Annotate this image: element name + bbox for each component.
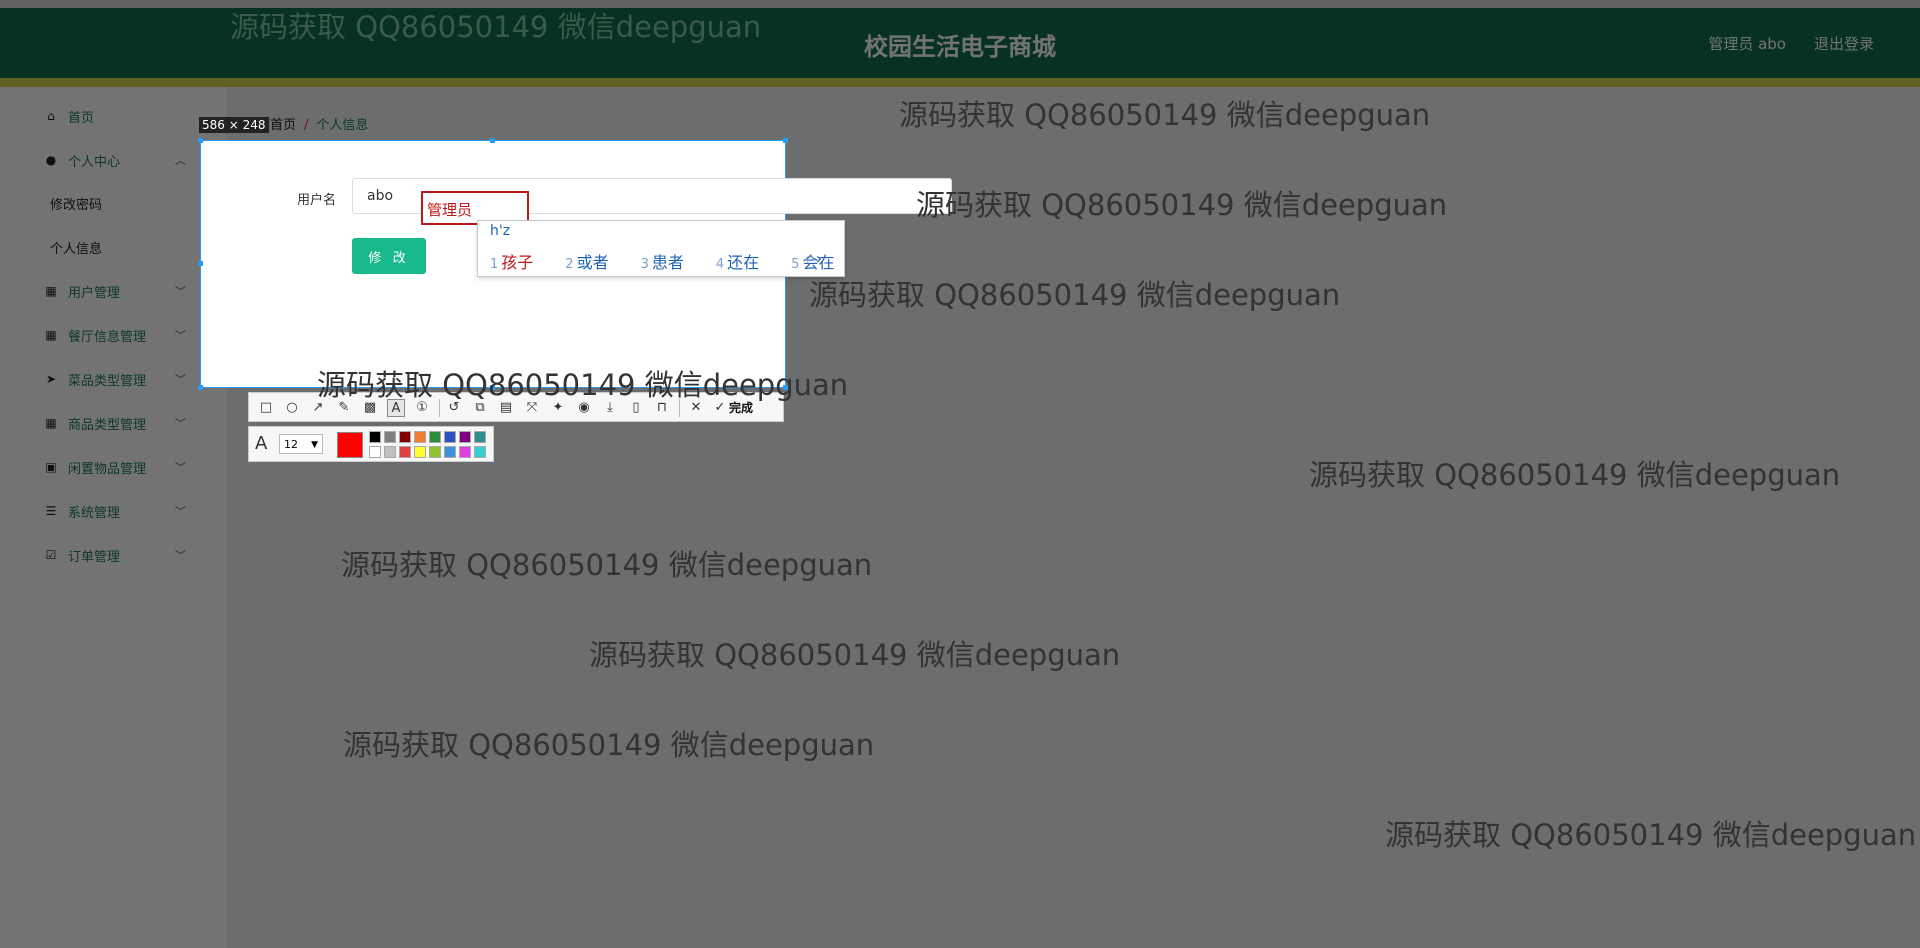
chevron-down-icon: ▼ [311, 440, 318, 450]
grid-icon: ▦ [45, 284, 57, 298]
watermark-text: 源码获取 QQ86050149 微信deepguan [1309, 458, 1841, 492]
ime-prev-icon[interactable]: ‹ [803, 249, 809, 268]
sidebar-item-label: 订单管理 [68, 549, 121, 565]
sidebar-item-profile-center[interactable]: ● 个人中心 ︿ [44, 138, 194, 182]
sidebar-item-label: 菜品类型管理 [68, 373, 147, 389]
color-swatch[interactable] [474, 446, 486, 458]
current-color-swatch[interactable] [337, 432, 363, 458]
watermark-text: 源码获取 QQ86050149 微信deepguan [809, 278, 1341, 312]
resize-handle[interactable] [198, 385, 203, 390]
breadcrumb: 首页 / 个人信息 [270, 114, 368, 133]
resize-handle[interactable] [198, 138, 203, 143]
sidebar-item-idle-items[interactable]: ▣ 闲置物品管理 ﹀ [44, 445, 194, 489]
sidebar-item-users[interactable]: ▦ 用户管理 ﹀ [44, 269, 194, 313]
resize-handle[interactable] [198, 261, 203, 266]
sidebar-item-home[interactable]: ⌂ 首页 [44, 94, 194, 138]
sidebar-item-label: 用户管理 [68, 285, 121, 301]
ime-candidate[interactable]: 3 患者 [641, 253, 700, 272]
breadcrumb-home[interactable]: 首页 [270, 118, 296, 133]
sidebar-item-orders[interactable]: ☑ 订单管理 ﹀ [44, 533, 194, 577]
color-swatch[interactable] [384, 446, 396, 458]
chevron-down-icon: ﹀ [175, 461, 186, 474]
watermark-text: 源码获取 QQ86050149 微信deepguan [343, 728, 875, 762]
ime-candidate[interactable]: 1 孩子 [490, 253, 549, 272]
color-swatch[interactable] [459, 431, 471, 443]
color-swatch[interactable] [429, 446, 441, 458]
text-style-toolbar: A 12 ▼ [248, 426, 494, 462]
ime-candidate-window: h'z 1 孩子 2 或者 3 患者 4 还在 5 会在 ‹ › [477, 220, 845, 277]
watermark-text: 源码获取 QQ86050149 微信deepguan [317, 368, 849, 402]
color-swatch[interactable] [384, 431, 396, 443]
chevron-down-icon: ﹀ [175, 505, 186, 518]
chevron-down-icon: ﹀ [175, 549, 186, 562]
color-swatch[interactable] [444, 446, 456, 458]
watermark-text: 源码获取 QQ86050149 微信deepguan [341, 548, 873, 582]
watermark-text: 源码获取 QQ86050149 微信deepguan [589, 638, 1121, 672]
watermark-text: 源码获取 QQ86050149 微信deepguan [1385, 818, 1917, 852]
rectangle-icon[interactable]: □ [257, 399, 275, 417]
color-swatch[interactable] [414, 446, 426, 458]
resize-handle[interactable] [783, 138, 788, 143]
breadcrumb-separator: / [304, 118, 309, 133]
sidebar-item-label: 商品类型管理 [68, 417, 147, 433]
modify-button[interactable]: 修 改 [352, 238, 426, 274]
sidebar-subitem-change-password[interactable]: 修改密码 [50, 194, 102, 213]
selection-size-label: 586 × 248 [199, 117, 269, 133]
grid-icon: ▦ [45, 328, 57, 342]
color-swatch[interactable] [429, 431, 441, 443]
ime-next-icon[interactable]: › [816, 249, 822, 268]
sidebar-item-label: 首页 [68, 110, 95, 126]
ellipse-icon[interactable]: ○ [283, 399, 301, 417]
chevron-down-icon: ﹀ [175, 417, 186, 430]
send-icon: ➤ [45, 372, 57, 386]
font-size-select[interactable]: 12 ▼ [279, 434, 323, 454]
color-swatch[interactable] [399, 431, 411, 443]
header-accent-strip [0, 78, 1920, 87]
chevron-up-icon: ︿ [175, 154, 186, 167]
color-swatch[interactable] [474, 431, 486, 443]
sidebar-item-restaurants[interactable]: ▦ 餐厅信息管理 ﹀ [44, 313, 194, 357]
sidebar-item-system[interactable]: ☰ 系统管理 ﹀ [44, 489, 194, 533]
sidebar-item-label: 闲置物品管理 [68, 461, 147, 477]
chevron-down-icon: ﹀ [175, 329, 186, 342]
home-icon: ⌂ [47, 109, 55, 123]
clipboard-icon: ▣ [45, 460, 57, 474]
sidebar-item-label: 个人中心 [68, 154, 121, 170]
sidebar-item-dish-types[interactable]: ➤ 菜品类型管理 ﹀ [44, 357, 194, 401]
sidebar: ⌂ 首页 ● 个人中心 ︿ 修改密码 个人信息 ▦ 用户管理 ﹀ ▦ 餐厅信息管… [0, 87, 228, 948]
chevron-down-icon: ﹀ [175, 285, 186, 298]
sidebar-subitem-profile-info[interactable]: 个人信息 [50, 238, 102, 257]
breadcrumb-current: 个人信息 [316, 118, 369, 133]
watermark-text: 源码获取 QQ86050149 微信deepguan [899, 98, 1431, 132]
watermark-text: 源码获取 QQ86050149 微信deepguan [916, 188, 1448, 222]
ime-candidate[interactable]: 2 或者 [565, 253, 624, 272]
ime-composition: h'z [490, 223, 511, 239]
color-swatch[interactable] [414, 431, 426, 443]
sliders-icon: ☰ [45, 504, 57, 518]
resize-handle[interactable] [490, 138, 495, 143]
sidebar-item-label: 系统管理 [68, 505, 121, 521]
color-swatch[interactable] [459, 446, 471, 458]
user-icon: ● [45, 153, 57, 167]
ime-page-nav: ‹ › [803, 249, 822, 268]
current-user: 管理员 abo [1708, 35, 1786, 53]
ime-candidate[interactable]: 4 还在 [716, 253, 775, 272]
logout-link[interactable]: 退出登录 [1814, 33, 1874, 54]
username-label: 用户名 [297, 193, 337, 208]
color-swatch[interactable] [399, 446, 411, 458]
sidebar-item-label: 餐厅信息管理 [68, 329, 147, 345]
sidebar-item-goods-types[interactable]: ▦ 商品类型管理 ﹀ [44, 401, 194, 445]
check-square-icon: ☑ [45, 548, 57, 562]
grid-icon: ▦ [45, 416, 57, 430]
font-icon: A [255, 433, 268, 454]
color-swatch[interactable] [444, 431, 456, 443]
watermark-text: 源码获取 QQ86050149 微信deepguan [230, 10, 762, 44]
color-swatch[interactable] [369, 446, 381, 458]
color-swatch[interactable] [369, 431, 381, 443]
chevron-down-icon: ﹀ [175, 373, 186, 386]
